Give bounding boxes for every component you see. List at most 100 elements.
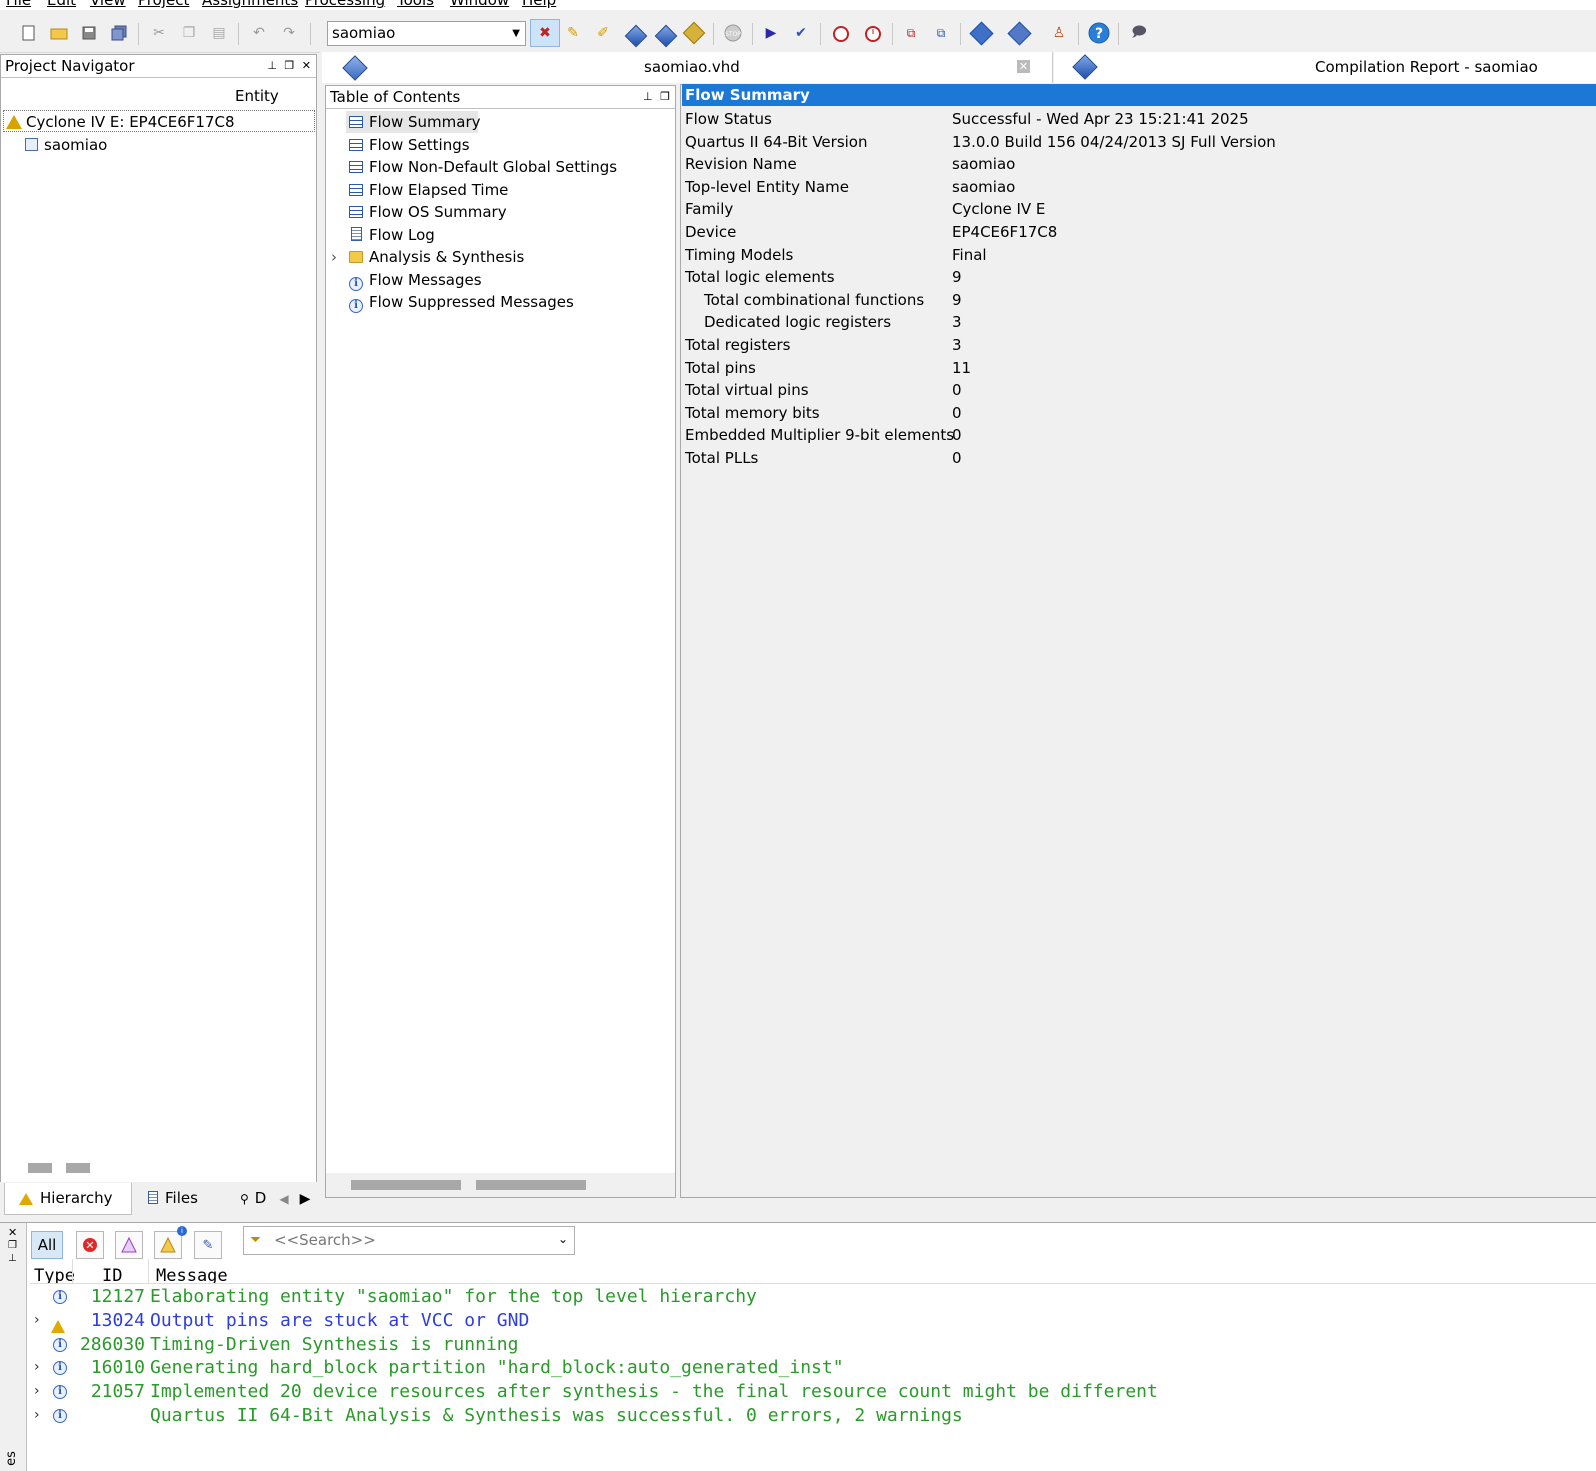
toc-flow-settings[interactable]: Flow Settings [349, 134, 470, 156]
compile-fitter-icon[interactable] [682, 21, 706, 45]
technology-map-viewer-icon[interactable]: ⧉ [930, 22, 952, 44]
close-icon[interactable]: ✕ [8, 1226, 17, 1239]
expand-icon[interactable]: › [34, 1309, 40, 1332]
tab-scroll-right-icon[interactable]: ▶ [297, 1188, 313, 1210]
assignment-editor-icon[interactable]: ✐ [592, 22, 614, 44]
menu-assignments[interactable]: Assignments [202, 0, 298, 9]
message-row[interactable]: i 12127 Elaborating entity "saomiao" for… [0, 1285, 1300, 1308]
scrollbar-thumb[interactable] [66, 1163, 90, 1173]
chevron-down-icon[interactable]: ⌄ [558, 1232, 568, 1246]
rtl-viewer-icon[interactable]: ⧉ [900, 22, 922, 44]
scrollbar-thumb[interactable] [28, 1163, 52, 1173]
filter-errors-button[interactable]: ✕ [76, 1231, 104, 1259]
filter-critical-warnings-button[interactable] [115, 1231, 143, 1259]
message-row[interactable]: › i 16010 Generating hard_block partitio… [0, 1356, 1300, 1379]
filter-warnings-button[interactable]: i [154, 1226, 187, 1259]
save-all-icon[interactable] [108, 22, 130, 44]
entity-item[interactable]: saomiao [25, 134, 107, 156]
summary-key: Total memory bits [685, 404, 820, 422]
tab-vhd-file[interactable]: saomiao.vhd ✕ [322, 52, 1053, 83]
toc-label: Flow Suppressed Messages [369, 293, 574, 311]
cut-icon[interactable]: ✂ [148, 22, 170, 44]
feedback-icon[interactable]: 🗩 [1128, 22, 1150, 44]
scrollbar-thumb[interactable] [476, 1180, 586, 1190]
compile-design-icon[interactable] [652, 22, 678, 48]
pin-icon[interactable]: ⊥ [267, 59, 279, 72]
menu-processing[interactable]: Processing [305, 0, 385, 9]
pin-planner-icon[interactable]: ✎ [562, 22, 584, 44]
toc-flow-messages[interactable]: i Flow Messages [349, 269, 482, 291]
filter-all-label: All [37, 1236, 57, 1254]
menu-bar: File Edit View Project Assignments Proce… [0, 0, 1596, 10]
copy-icon[interactable]: ❐ [178, 22, 200, 44]
toc-title-text: Table of Contents [330, 88, 461, 106]
menu-tools[interactable]: Tools [397, 0, 434, 9]
float-icon[interactable]: ❐ [8, 1240, 17, 1251]
menu-window[interactable]: Window [450, 0, 509, 9]
toc-flow-non-default[interactable]: Flow Non-Default Global Settings [349, 156, 617, 178]
tab-scroll-left-icon[interactable]: ◀ [277, 1188, 291, 1210]
entity-column-header[interactable]: Entity [235, 85, 279, 107]
tab-hierarchy[interactable]: Hierarchy [4, 1183, 132, 1215]
scrollbar-thumb[interactable] [351, 1180, 461, 1190]
message-row[interactable]: i 286030 Timing-Driven Synthesis is runn… [0, 1333, 1300, 1356]
column-id[interactable]: ID [102, 1266, 122, 1283]
menu-edit[interactable]: Edit [47, 0, 76, 9]
analyze-elaborate-icon[interactable]: ✔ [790, 22, 812, 44]
menu-view[interactable]: View [90, 0, 126, 9]
redo-icon[interactable]: ↷ [278, 22, 300, 44]
expand-icon[interactable]: › [34, 1404, 40, 1427]
float-icon[interactable]: ❐ [660, 90, 672, 103]
menu-help[interactable]: Help [522, 0, 556, 9]
float-icon[interactable]: ❐ [284, 59, 296, 72]
save-icon[interactable] [78, 22, 100, 44]
timing-analyzer-icon[interactable] [862, 22, 884, 44]
pin-icon[interactable]: ⊥ [643, 90, 655, 103]
message-search-box[interactable]: ⏷ <<Search>> ⌄ [243, 1226, 575, 1255]
toc-flow-summary[interactable]: Flow Summary [349, 111, 481, 133]
filter-all-button[interactable]: All [31, 1231, 63, 1259]
stop-icon[interactable]: STOP [722, 22, 744, 44]
close-icon[interactable]: ✕ [302, 59, 313, 72]
compile-analysis-icon[interactable] [622, 22, 648, 48]
toc-flow-log[interactable]: Flow Log [349, 224, 435, 246]
toc-flow-elapsed-time[interactable]: Flow Elapsed Time [349, 179, 508, 201]
toc-flow-os-summary[interactable]: Flow OS Summary [349, 201, 507, 223]
close-tab-icon[interactable]: ✕ [1017, 60, 1030, 73]
tab-compilation-report[interactable]: Compilation Report - saomiao [1054, 52, 1596, 83]
menu-file[interactable]: File [6, 0, 31, 9]
column-type[interactable]: Type [34, 1266, 75, 1283]
signaltap-icon[interactable]: ♙ [1048, 22, 1070, 44]
timequest-icon[interactable] [830, 22, 852, 44]
chip-planner-icon[interactable]: ✖ [530, 19, 560, 47]
undo-icon[interactable]: ↶ [248, 22, 270, 44]
start-compilation-icon[interactable]: ▶ [760, 22, 782, 44]
tab-files[interactable]: Files [146, 1183, 198, 1215]
paste-icon[interactable]: ▤ [208, 22, 230, 44]
message-row[interactable]: › i 21057 Implemented 20 device resource… [0, 1380, 1300, 1403]
chip-programmer-icon[interactable] [1006, 20, 1032, 46]
pin-icon[interactable]: ⊥ [8, 1253, 17, 1264]
device-item[interactable]: Cyclone IV E: EP4CE6F17C8 [6, 111, 235, 133]
programmer-icon[interactable] [968, 20, 994, 46]
info-icon: i [53, 1338, 67, 1352]
messages-side-label[interactable]: es [4, 1451, 19, 1466]
toc-analysis-synthesis[interactable]: › Analysis & Synthesis [331, 246, 524, 268]
tab-design-units[interactable]: ⚲ D [240, 1183, 266, 1215]
expand-icon[interactable]: › [34, 1356, 40, 1379]
chevron-right-icon[interactable]: › [331, 246, 349, 268]
menu-project[interactable]: Project [138, 0, 189, 9]
open-folder-icon[interactable] [48, 22, 70, 44]
message-row[interactable]: › i Quartus II 64-Bit Analysis & Synthes… [0, 1404, 1300, 1427]
new-file-icon[interactable] [18, 22, 40, 44]
filter-info-button[interactable]: ✎ [194, 1231, 222, 1259]
help-icon[interactable]: ? [1088, 22, 1110, 44]
info-icon: i [53, 1361, 67, 1375]
column-message[interactable]: Message [156, 1266, 228, 1283]
toc-flow-suppressed-messages[interactable]: i Flow Suppressed Messages [349, 291, 574, 313]
summary-key: Total combinational functions [704, 291, 925, 309]
expand-icon[interactable]: › [34, 1380, 40, 1403]
navigator-tab-bar: Hierarchy Files ⚲ D ◀ ▶ [0, 1182, 317, 1216]
revision-select[interactable]: saomiao ▼ [327, 21, 526, 46]
message-row[interactable]: › 13024 Output pins are stuck at VCC or … [0, 1309, 1300, 1333]
